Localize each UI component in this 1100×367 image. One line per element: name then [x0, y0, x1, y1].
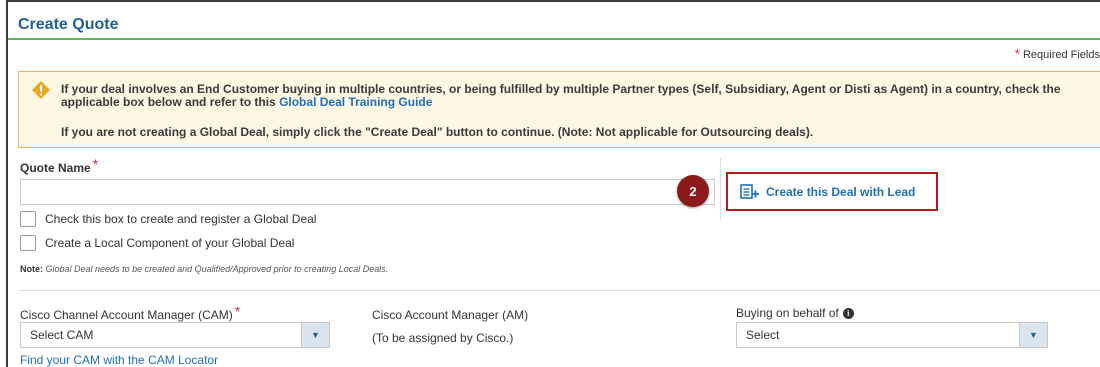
page-title: Create Quote — [18, 16, 119, 33]
global-deal-checkbox[interactable] — [20, 211, 36, 227]
vertical-divider — [720, 158, 721, 220]
create-quote-panel: Create Quote * Required Fields If your de… — [6, 0, 1100, 367]
global-deal-checkbox-label: Check this box to create and register a … — [45, 212, 317, 226]
cam-select[interactable]: Select CAM ▼ — [20, 322, 330, 348]
title-bar: Create Quote — [8, 2, 1100, 40]
global-deal-note: Note: Global Deal needs to be created an… — [20, 264, 388, 274]
cam-locator-link[interactable]: Find your CAM with the CAM Locator — [20, 353, 218, 367]
alert-message: If your deal involves an End Customer bu… — [61, 83, 1091, 109]
buying-on-behalf-label: Buying on behalf of i — [736, 306, 854, 320]
note-text: Global Deal needs to be created and Qual… — [45, 264, 389, 274]
quote-name-label: Quote Name * — [20, 156, 99, 175]
section-divider — [18, 290, 1100, 291]
create-deal-with-lead-button[interactable]: Create this Deal with Lead — [726, 172, 938, 211]
info-icon[interactable]: i — [842, 308, 854, 320]
required-star: * — [92, 156, 99, 172]
buying-on-behalf-select-value: Select — [746, 328, 780, 342]
quote-name-input[interactable] — [20, 179, 715, 205]
cam-select-value: Select CAM — [30, 328, 94, 342]
am-value: (To be assigned by Cisco.) — [372, 331, 514, 345]
required-star: * — [234, 303, 241, 319]
note-prefix: Note: — [20, 264, 43, 274]
global-deal-checkbox-row[interactable]: Check this box to create and register a … — [20, 211, 316, 227]
buying-on-behalf-select[interactable]: Select ▼ — [736, 322, 1048, 348]
global-deal-training-guide-link[interactable]: Global Deal Training Guide — [279, 95, 432, 109]
local-component-checkbox-row[interactable]: Create a Local Component of your Global … — [20, 235, 294, 251]
create-deal-with-lead-label: Create this Deal with Lead — [766, 184, 916, 199]
buying-on-behalf-label-text: Buying on behalf of — [736, 306, 839, 320]
alert-line1-text: If your deal involves an End Customer bu… — [61, 82, 1061, 109]
required-fields-text: Required Fields — [1022, 49, 1100, 61]
am-label: Cisco Account Manager (AM) — [372, 308, 529, 322]
cam-label-text: Cisco Channel Account Manager (CAM) — [20, 308, 233, 322]
step-badge: 2 — [677, 175, 709, 207]
cam-label: Cisco Channel Account Manager (CAM) * — [20, 303, 241, 322]
chevron-down-icon[interactable]: ▼ — [1019, 323, 1047, 347]
global-deal-alert: If your deal involves an End Customer bu… — [18, 71, 1100, 148]
local-component-checkbox-label: Create a Local Component of your Global … — [45, 236, 295, 250]
required-star: * — [1014, 46, 1020, 61]
warning-diamond-icon — [32, 81, 50, 99]
alert-line2-text: If you are not creating a Global Deal, s… — [61, 125, 814, 139]
create-deal-icon — [740, 183, 759, 199]
chevron-down-icon[interactable]: ▼ — [301, 323, 329, 347]
quote-name-label-text: Quote Name — [20, 161, 91, 175]
required-fields-note: * Required Fields — [1015, 46, 1100, 61]
local-component-checkbox[interactable] — [20, 235, 36, 251]
